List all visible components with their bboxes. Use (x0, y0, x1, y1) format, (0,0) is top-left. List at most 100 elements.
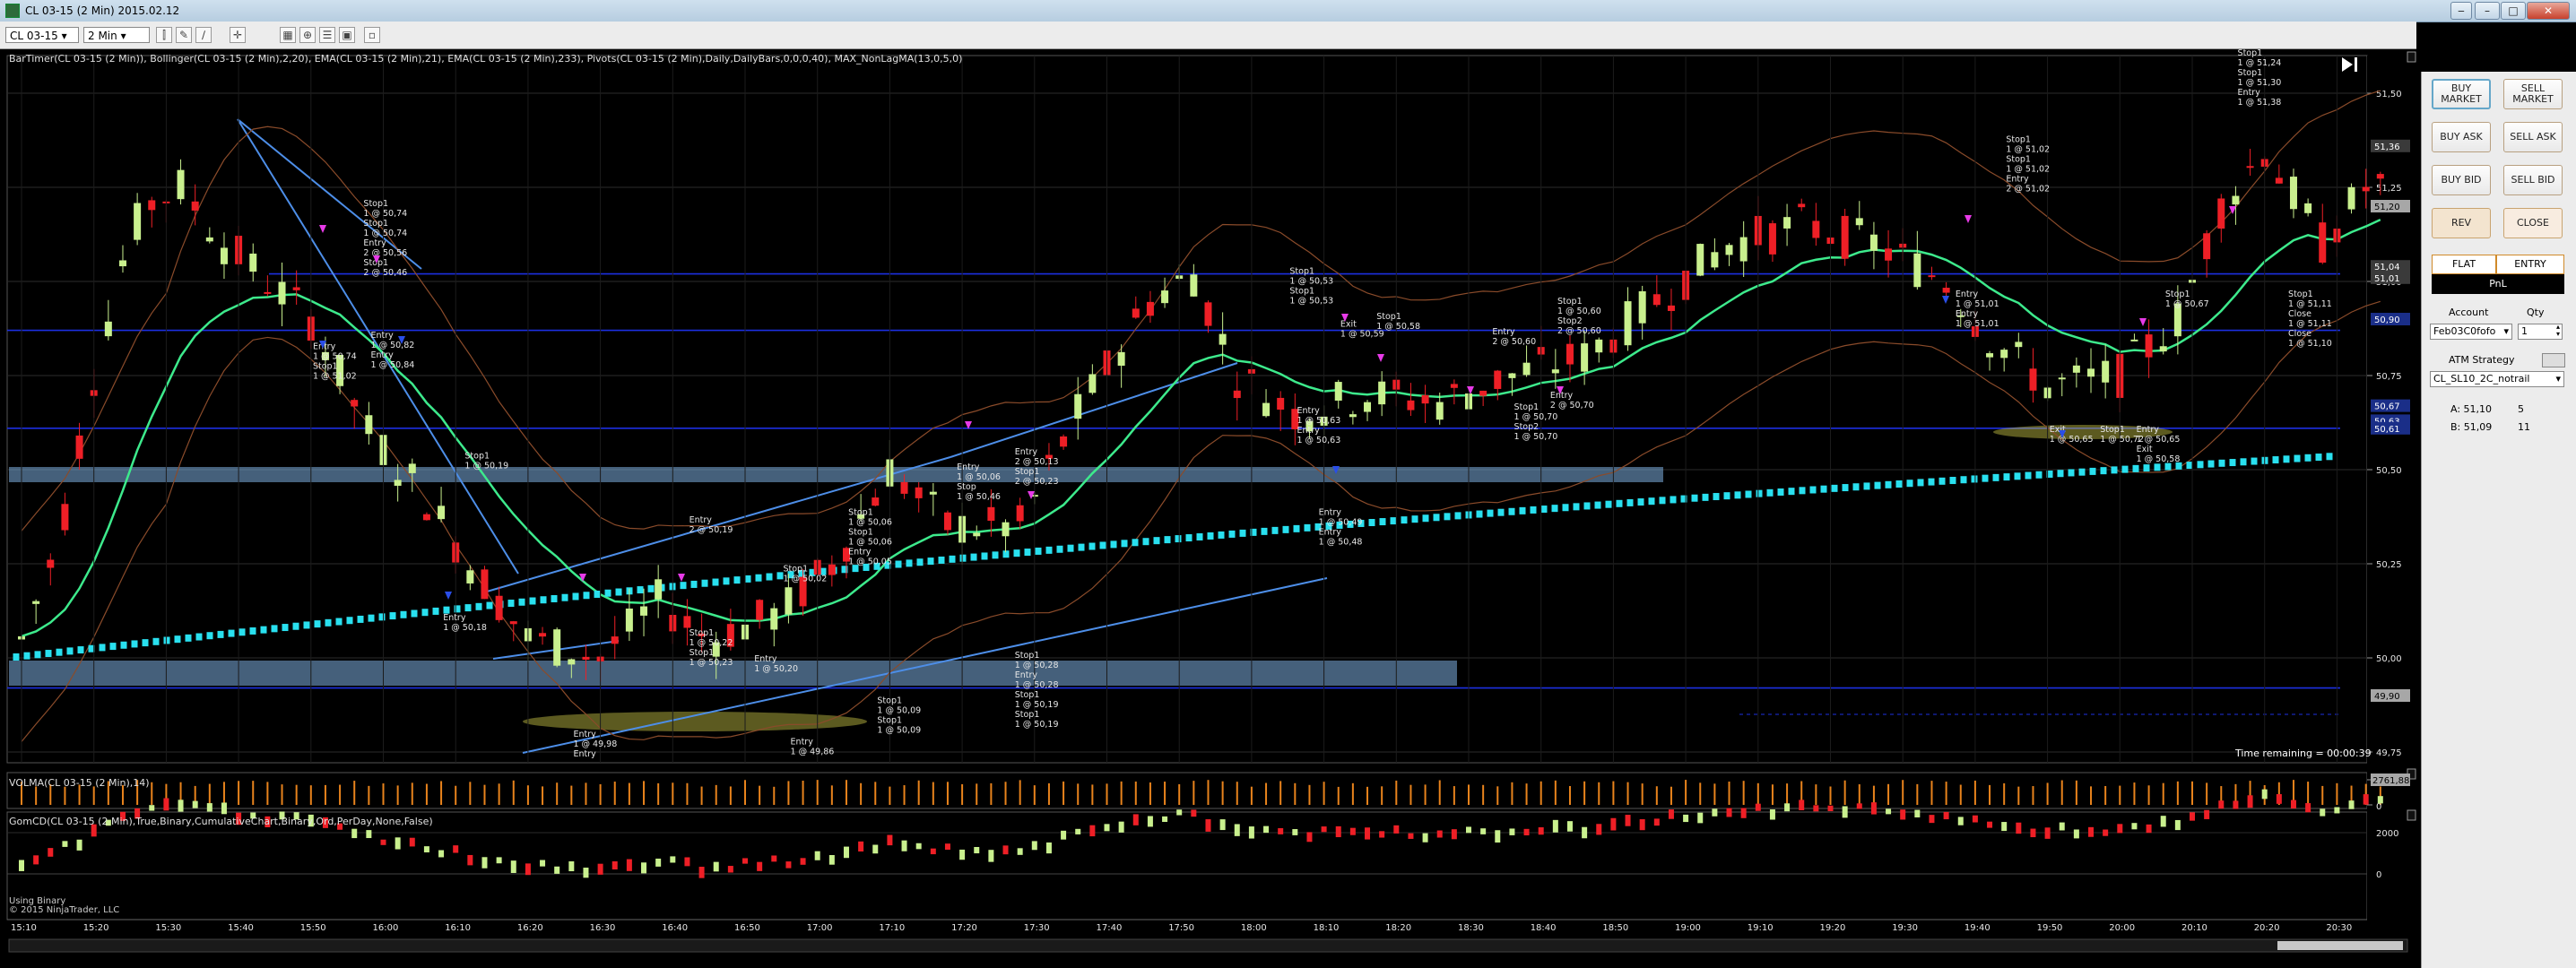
gomcd-up (814, 851, 820, 860)
reverse-button[interactable]: REV (2432, 208, 2491, 238)
interval-selector[interactable]: 2 Min ▾ (83, 27, 150, 43)
candle-up (32, 601, 40, 604)
gomcd-up (192, 800, 198, 808)
trade-annotation: Entry (363, 238, 386, 248)
candle-up (2232, 195, 2240, 205)
candle-up (1739, 237, 1748, 262)
trade-annotation: Stop1 (2100, 425, 2125, 435)
gomcd-up (1769, 809, 1775, 820)
trade-annotation: 2 @ 50,70 (1550, 401, 1594, 411)
candle-up (770, 608, 778, 630)
gomcd-down (1755, 803, 1761, 811)
gomcd-up (1162, 816, 1168, 823)
candle-down (1768, 223, 1776, 255)
ema233-dot (1207, 532, 1214, 540)
candle-up (104, 321, 112, 337)
stepper-arrows-icon: ▴ ▾ (2555, 323, 2560, 338)
trade-annotation: Entry (1015, 447, 1038, 457)
sell-bid-button[interactable]: SELL BID (2503, 165, 2563, 195)
instrument-selector[interactable]: CL 03-15 ▾ (5, 27, 79, 43)
atm-strategy-selector[interactable]: CL_SL10_2C_notrail ▾ (2430, 371, 2564, 387)
trade-annotation: Entry (1297, 426, 1320, 436)
ema233-dot (13, 653, 20, 661)
gomcd-down (2290, 799, 2296, 809)
quantity-stepper[interactable]: 1 ▴ ▾ (2518, 324, 2563, 340)
zoom-icon[interactable]: ⊕ (299, 27, 316, 43)
data-box-icon[interactable]: ▫ (364, 27, 380, 43)
maximize-button[interactable]: □ (2501, 2, 2526, 20)
entry-price-indicator: ENTRY (2496, 255, 2564, 274)
trade-annotation: Stop1 (1557, 297, 1583, 307)
candle-up (1161, 290, 1169, 304)
ema233-dot (421, 609, 429, 617)
buy-bid-button[interactable]: BUY BID (2432, 165, 2491, 195)
gomcd-up (395, 837, 401, 850)
studies-label: BarTimer(CL 03-15 (2 Min)), Bollinger(CL… (9, 53, 963, 65)
candle-up (1002, 522, 1010, 537)
buy-market-button[interactable]: BUY MARKET (2432, 79, 2491, 109)
ema233-dot (2035, 471, 2043, 479)
time-tick-label: 18:40 (1531, 923, 1557, 933)
ema233-dot (1045, 546, 1053, 554)
candle-up (365, 415, 373, 435)
gomcd-down (2190, 812, 2195, 821)
gomcd-down (1205, 819, 1211, 832)
bar-type-icon[interactable]: ⫿ (156, 27, 172, 43)
ema233-dot (1519, 506, 1526, 514)
ema233-dot (949, 555, 956, 563)
screenshot-icon[interactable]: ▣ (339, 27, 355, 43)
ema233-dot (1723, 492, 1730, 500)
ema233-dot (1476, 510, 1483, 518)
ema233-dot (1153, 537, 1160, 545)
ema233-dot (2240, 458, 2247, 466)
candle-down (1885, 248, 1893, 261)
drawing-tool-icon[interactable]: ∕ (195, 27, 212, 43)
window-titlebar: CL 03-15 (2 Min) 2015.02.12 ‒ – □ ✕ (0, 0, 2576, 22)
price-chart[interactable]: 51,5051,2551,0050,7550,5050,2550,0049,75… (0, 49, 2416, 968)
gomcd-down (1900, 809, 1906, 820)
price-marker-label: 51,36 (2374, 143, 2400, 152)
ema233-dot (959, 554, 967, 562)
trade-annotation: Entry (1550, 391, 1574, 401)
gomcd-down (858, 841, 864, 852)
candle-up (134, 203, 142, 240)
properties-icon[interactable]: ☰ (319, 27, 335, 43)
candle-down (422, 514, 430, 521)
ema233-dot (2111, 466, 2118, 474)
ema233-dot (1142, 538, 1149, 546)
buy-ask-button[interactable]: BUY ASK (2432, 122, 2491, 152)
close-position-button[interactable]: CLOSE (2503, 208, 2563, 238)
atm-settings-button[interactable] (2542, 353, 2565, 367)
close-window-button[interactable]: ✕ (2527, 2, 2570, 20)
minimize-button[interactable]: – (2475, 2, 2500, 20)
gomcd-down (467, 854, 473, 866)
binary-copyright: Using Binary © 2015 NinjaTrader, LLC (9, 897, 119, 915)
gomcd-up (2131, 823, 2138, 830)
crosshair-icon[interactable]: ✛ (230, 27, 246, 43)
sell-market-button[interactable]: SELL MARKET (2503, 79, 2563, 109)
ema233-dot (1304, 523, 1311, 532)
ema233-dot (551, 594, 558, 602)
account-selector[interactable]: Feb03C0fofo ▾ (2430, 324, 2512, 340)
help-button[interactable]: ‒ (2450, 2, 2472, 20)
ema233-dot (2014, 472, 2021, 480)
copyright-label: © 2015 NinjaTrader, LLC (9, 905, 120, 915)
ema233-dot (1411, 515, 1418, 523)
gomcd-up (2073, 829, 2079, 839)
gomcd-down (1349, 827, 1356, 835)
chart-trader-panel: BUY MARKET SELL MARKET BUY ASK SELL ASK … (2421, 72, 2576, 968)
pencil-icon[interactable]: ✎ (176, 27, 192, 43)
ema233-dot (1939, 477, 1946, 485)
gomcd-down (597, 863, 603, 875)
ema233-dot (389, 612, 396, 620)
ema233-dot (1422, 514, 1429, 523)
ema233-dot (744, 575, 751, 583)
ema233-dot (1702, 493, 1709, 501)
trade-annotation: Entry (1319, 507, 1342, 517)
ask-price-label: A: 51,10 (2450, 403, 2493, 415)
ema233-dot (766, 573, 773, 581)
gomcd-down (1625, 815, 1631, 826)
candle-down (148, 200, 156, 211)
sell-ask-button[interactable]: SELL ASK (2503, 122, 2563, 152)
chart-trader-icon[interactable]: ▦ (280, 27, 296, 43)
